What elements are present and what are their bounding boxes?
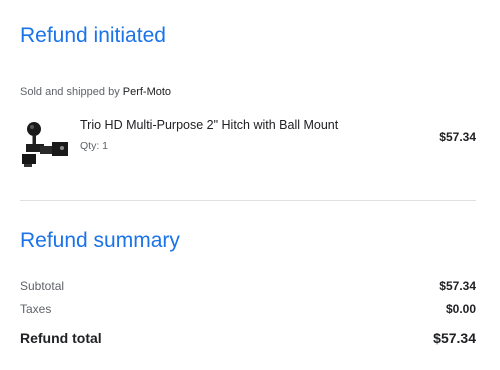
order-item: Trio HD Multi-Purpose 2" Hitch with Ball… (0, 110, 500, 180)
product-image[interactable] (14, 116, 72, 174)
subtotal-row: Subtotal $57.34 (20, 279, 476, 297)
seller-info: Sold and shipped by Perf-Moto (20, 86, 171, 98)
product-price: $57.34 (439, 130, 476, 144)
product-quantity: Qty: 1 (80, 140, 109, 152)
product-name[interactable]: Trio HD Multi-Purpose 2" Hitch with Ball… (80, 118, 338, 132)
taxes-label: Taxes (20, 302, 52, 316)
refund-total-row: Refund total $57.34 (20, 330, 476, 348)
page-title: Refund initiated (20, 24, 166, 47)
refund-total-label: Refund total (20, 330, 102, 346)
refund-summary-title: Refund summary (20, 229, 180, 252)
subtotal-label: Subtotal (20, 279, 65, 293)
seller-prefix: Sold and shipped by (20, 86, 120, 98)
refund-total-value: $57.34 (433, 330, 476, 346)
subtotal-value: $57.34 (439, 279, 476, 293)
taxes-value: $0.00 (445, 302, 476, 316)
taxes-row: Taxes $0.00 (20, 302, 476, 320)
section-divider (20, 200, 476, 201)
seller-name: Perf-Moto (122, 86, 172, 98)
trailer-hitch-ball-mount-image (22, 122, 68, 167)
